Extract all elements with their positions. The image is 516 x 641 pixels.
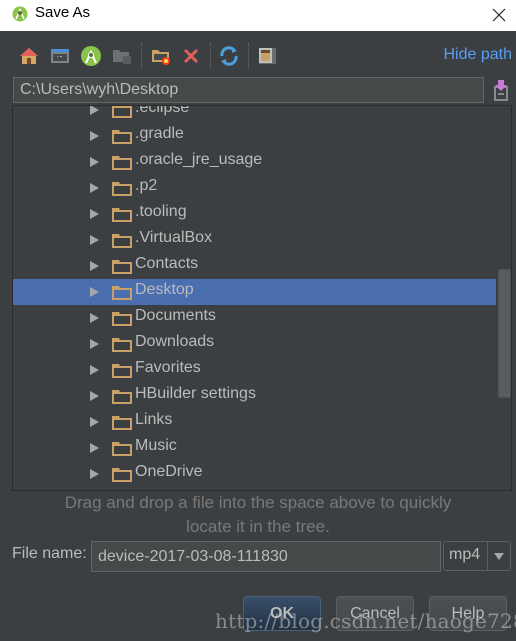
- tree-item[interactable]: Links: [13, 409, 496, 435]
- tree-item-label: .VirtualBox: [135, 229, 213, 246]
- cancel-button[interactable]: Cancel: [336, 596, 414, 631]
- combo-divider: [487, 542, 488, 570]
- folder-icon: [112, 364, 132, 378]
- tree-item-label: .oracle_jre_usage: [135, 151, 263, 168]
- tree-item-label: Desktop: [135, 281, 194, 298]
- file-type-select[interactable]: mp4: [443, 541, 511, 571]
- file-name-label: File name:: [12, 545, 87, 562]
- tree-item-label: .gradle: [135, 125, 184, 142]
- module-icon[interactable]: [111, 45, 133, 67]
- file-type-value: mp4: [449, 546, 481, 563]
- window-title: Save As: [35, 4, 91, 21]
- expand-arrow-icon[interactable]: [90, 313, 99, 323]
- dialog-body: Hide path .eclipse .gradle .oracle_jre_usa…: [0, 31, 516, 641]
- folder-icon: [112, 130, 132, 144]
- close-icon[interactable]: [488, 4, 510, 26]
- tree-item-label: Downloads: [135, 333, 215, 350]
- folder-icon: [112, 208, 132, 222]
- title-bar: Save As: [0, 0, 516, 31]
- expand-arrow-icon[interactable]: [90, 365, 99, 375]
- tree-item-label: Favorites: [135, 359, 201, 376]
- toolbar-separator: [141, 43, 142, 69]
- expand-arrow-icon[interactable]: [90, 391, 99, 401]
- help-button[interactable]: Help: [429, 596, 507, 631]
- folder-icon: [112, 390, 132, 404]
- new-folder-icon[interactable]: [150, 45, 172, 67]
- expand-arrow-icon[interactable]: [90, 106, 99, 115]
- tree-item[interactable]: .eclipse: [13, 105, 496, 123]
- tree-item-label: Documents: [135, 307, 216, 324]
- folder-icon: [112, 182, 132, 196]
- folder-icon: [112, 338, 132, 352]
- android-studio-icon: [12, 6, 28, 22]
- folder-icon: [112, 468, 132, 482]
- hint-line-2: locate it in the tree.: [186, 517, 330, 536]
- tree-item[interactable]: .oracle_jre_usage: [13, 149, 496, 175]
- tree-item[interactable]: Music: [13, 435, 496, 461]
- expand-arrow-icon[interactable]: [90, 443, 99, 453]
- toolbar-separator: [248, 43, 249, 69]
- tree-item[interactable]: Desktop: [13, 279, 496, 305]
- expand-arrow-icon[interactable]: [90, 235, 99, 245]
- expand-arrow-icon[interactable]: [90, 261, 99, 271]
- drag-drop-hint: Drag and drop a file into the space abov…: [0, 491, 516, 539]
- folder-icon: [112, 106, 132, 118]
- path-input[interactable]: [13, 77, 484, 103]
- folder-icon: [112, 260, 132, 274]
- folder-icon: [112, 234, 132, 248]
- expand-arrow-icon[interactable]: [90, 157, 99, 167]
- tree-item[interactable]: .p2: [13, 175, 496, 201]
- file-tree[interactable]: .eclipse .gradle .oracle_jre_usage .p2 .tool…: [12, 105, 512, 491]
- expand-arrow-icon[interactable]: [90, 417, 99, 427]
- hint-line-1: Drag and drop a file into the space abov…: [64, 493, 452, 512]
- tree-item[interactable]: Downloads: [13, 331, 496, 357]
- tree-item[interactable]: .tooling: [13, 201, 496, 227]
- hide-path-link[interactable]: Hide path: [444, 46, 513, 64]
- show-hidden-icon[interactable]: [256, 45, 278, 67]
- folder-icon: [112, 442, 132, 456]
- project-icon[interactable]: [80, 45, 102, 67]
- tree-item-label: Links: [135, 411, 173, 428]
- expand-arrow-icon[interactable]: [90, 287, 99, 297]
- folder-icon: [112, 286, 132, 300]
- expand-arrow-icon[interactable]: [90, 183, 99, 193]
- tree-item[interactable]: Contacts: [13, 253, 496, 279]
- tree-item-label: OneDrive: [135, 463, 203, 480]
- home-icon[interactable]: [18, 45, 40, 67]
- toolbar-separator: [210, 43, 211, 69]
- tree-item-label: Contacts: [135, 255, 199, 272]
- path-history-icon[interactable]: [490, 78, 512, 102]
- folder-icon: [112, 416, 132, 430]
- tree-item[interactable]: HBuilder settings: [13, 383, 496, 409]
- tree-item-label: HBuilder settings: [135, 385, 256, 402]
- folder-icon: [112, 156, 132, 170]
- delete-icon[interactable]: [180, 45, 202, 67]
- tree-item[interactable]: OneDrive: [13, 461, 496, 487]
- desktop-icon[interactable]: [49, 45, 71, 67]
- expand-arrow-icon[interactable]: [90, 131, 99, 141]
- refresh-icon[interactable]: [218, 45, 240, 67]
- expand-arrow-icon[interactable]: [90, 339, 99, 349]
- file-tree-list: .eclipse .gradle .oracle_jre_usage .p2 .tool…: [13, 105, 496, 487]
- tree-item-label: .eclipse: [135, 105, 190, 116]
- file-name-input[interactable]: [91, 541, 441, 572]
- expand-arrow-icon[interactable]: [90, 469, 99, 479]
- chevron-down-icon[interactable]: [494, 553, 504, 560]
- ok-button[interactable]: OK: [243, 596, 321, 631]
- tree-item[interactable]: Favorites: [13, 357, 496, 383]
- expand-arrow-icon[interactable]: [90, 209, 99, 219]
- tree-item[interactable]: Documents: [13, 305, 496, 331]
- tree-item-label: .p2: [135, 177, 158, 194]
- tree-scrollbar[interactable]: [497, 106, 511, 490]
- folder-icon: [112, 312, 132, 326]
- tree-item[interactable]: .VirtualBox: [13, 227, 496, 253]
- tree-item-label: Music: [135, 437, 177, 454]
- tree-item-label: .tooling: [135, 203, 187, 220]
- scrollbar-thumb[interactable]: [498, 269, 511, 398]
- tree-item[interactable]: .gradle: [13, 123, 496, 149]
